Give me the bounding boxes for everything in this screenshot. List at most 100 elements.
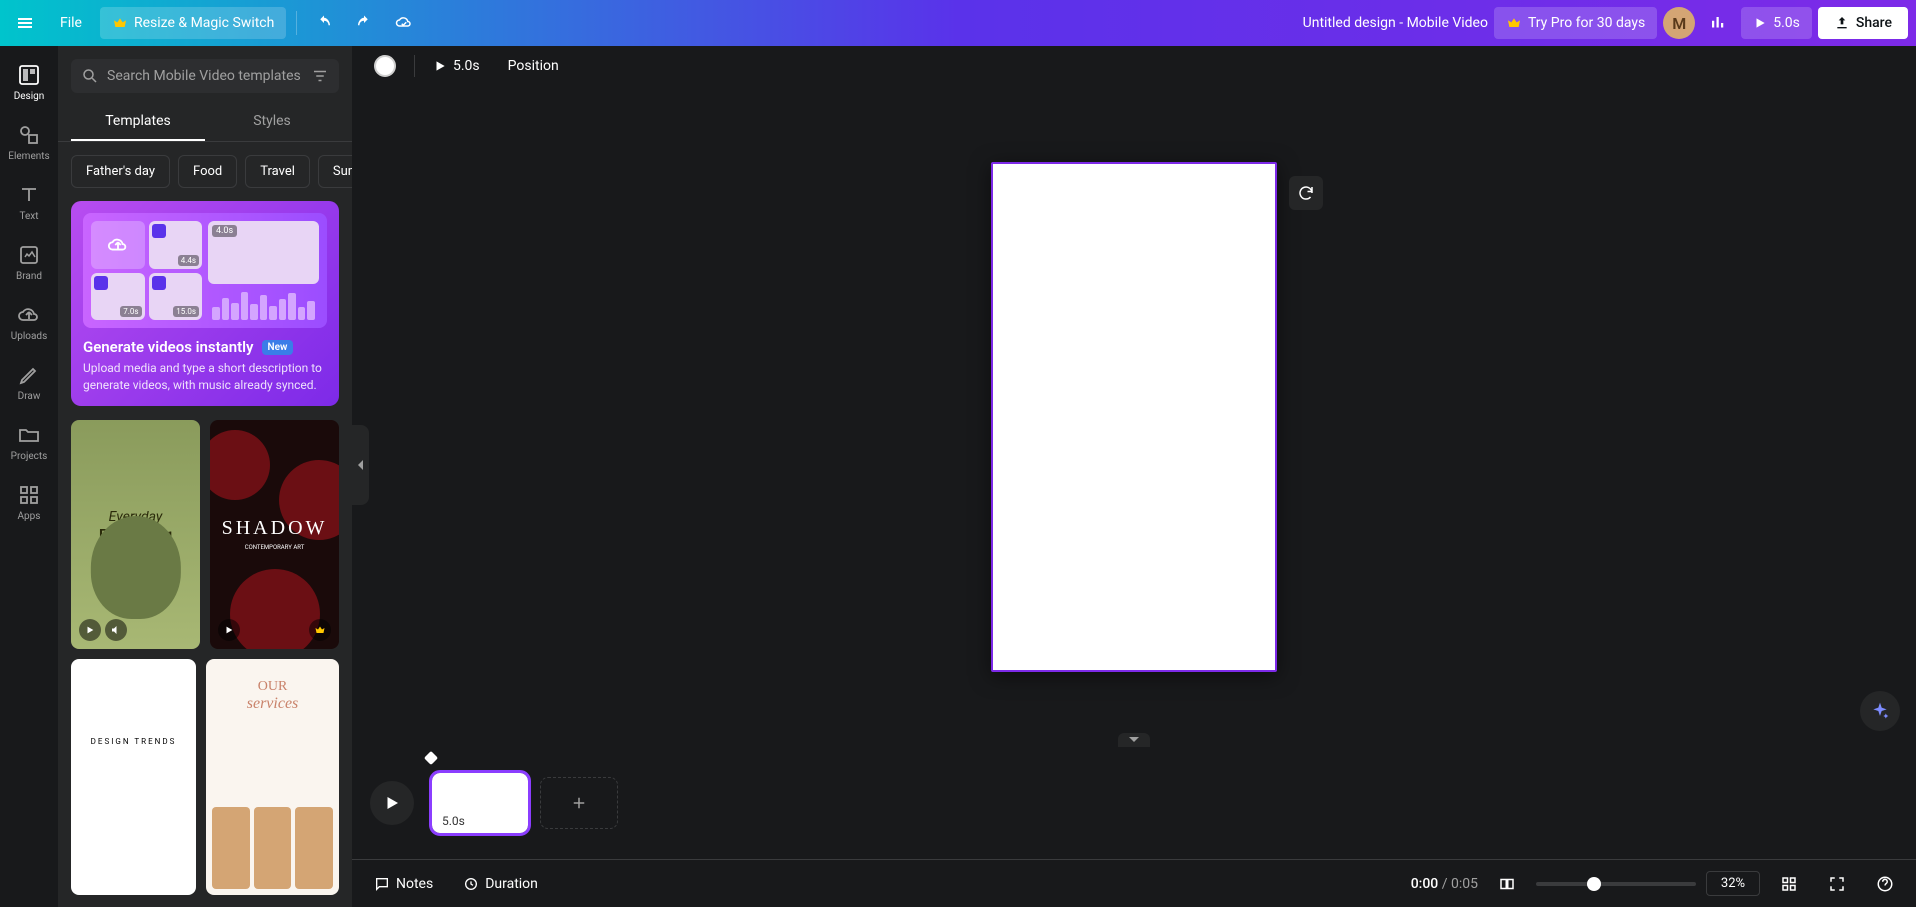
template-card-shadow[interactable]: SHADOW CONTEMPORARY ART xyxy=(210,420,339,649)
preview-play-button[interactable]: 5.0s xyxy=(1741,7,1812,39)
plus-icon xyxy=(570,794,588,812)
template-card-design-trends[interactable]: DESIGN TRENDS xyxy=(71,659,196,895)
zoom-percent-display[interactable]: 32% xyxy=(1706,871,1760,896)
chip-fathers-day[interactable]: Father's day xyxy=(71,155,170,188)
page-color-button[interactable] xyxy=(364,49,406,83)
resize-label: Resize & Magic Switch xyxy=(134,15,274,31)
magic-preview: 4.4s 7.0s 15.0s 4.0s xyxy=(83,213,327,328)
timeline: 5.0s xyxy=(352,747,1916,859)
rail-projects[interactable]: Projects xyxy=(2,414,56,470)
search-box xyxy=(71,59,339,93)
premium-badge xyxy=(309,619,331,641)
divider xyxy=(296,11,297,35)
rail-label: Projects xyxy=(11,451,48,462)
resize-magic-switch-button[interactable]: Resize & Magic Switch xyxy=(100,7,286,39)
magic-thumb: 15.0s xyxy=(149,273,203,321)
tab-styles[interactable]: Styles xyxy=(205,103,339,141)
timeline-play-button[interactable] xyxy=(370,781,414,825)
rail-text[interactable]: Text xyxy=(2,174,56,230)
canvas-preview-play[interactable]: 5.0s xyxy=(423,52,490,80)
chevron-down-icon xyxy=(1128,736,1140,744)
chip-travel[interactable]: Travel xyxy=(245,155,310,188)
filter-icon[interactable] xyxy=(311,67,329,85)
magic-video-card[interactable]: 4.4s 7.0s 15.0s 4.0s Generate videos ins… xyxy=(71,201,339,406)
insights-button[interactable] xyxy=(1701,6,1735,40)
timeline-page-1[interactable]: 5.0s xyxy=(432,773,528,833)
notes-label: Notes xyxy=(396,876,433,892)
canvas-area[interactable] xyxy=(352,86,1916,747)
rail-draw[interactable]: Draw xyxy=(2,354,56,410)
play-icon xyxy=(383,794,401,812)
rail-label: Draw xyxy=(18,391,41,402)
playback-time: 0:00 / 0:05 xyxy=(1411,876,1478,892)
rail-apps[interactable]: Apps xyxy=(2,474,56,530)
pencil-icon xyxy=(17,363,41,387)
template-card-our-services[interactable]: OUR services xyxy=(206,659,339,895)
share-button[interactable]: Share xyxy=(1818,7,1908,39)
collapse-panel-handle[interactable] xyxy=(352,425,369,505)
rail-label: Apps xyxy=(18,511,41,522)
design-title-input[interactable] xyxy=(1248,15,1488,31)
design-canvas[interactable] xyxy=(991,162,1277,672)
magic-thumb: 7.0s xyxy=(91,273,145,321)
home-menu-button[interactable] xyxy=(8,6,42,40)
template-search-input[interactable] xyxy=(107,68,303,84)
templates-icon xyxy=(17,63,41,87)
tab-templates[interactable]: Templates xyxy=(71,103,205,141)
playhead[interactable] xyxy=(424,751,438,765)
help-button[interactable] xyxy=(1866,869,1904,899)
zoom-slider[interactable] xyxy=(1536,882,1696,886)
frame-duration-label: 5.0s xyxy=(438,813,469,829)
zoom-slider-thumb[interactable] xyxy=(1587,877,1601,891)
topbar-right: Try Pro for 30 days M 5.0s Share xyxy=(1248,6,1908,40)
file-menu-button[interactable]: File xyxy=(48,7,94,39)
template-row: DESIGN TRENDS OUR services xyxy=(71,659,339,895)
upload-slot xyxy=(91,221,145,269)
mute-icon xyxy=(105,619,127,641)
suggestion-chips: Father's day Food Travel Summ xyxy=(58,142,352,201)
chip-summer[interactable]: Summ xyxy=(318,155,352,188)
cloud-upload-icon xyxy=(17,303,41,327)
chip-food[interactable]: Food xyxy=(178,155,237,188)
try-pro-button[interactable]: Try Pro for 30 days xyxy=(1494,7,1657,39)
position-button[interactable]: Position xyxy=(498,52,569,80)
magic-thumb: 4.4s xyxy=(149,221,203,269)
duration-label: Duration xyxy=(485,876,538,892)
grid-view-button[interactable] xyxy=(1770,869,1808,899)
notes-icon xyxy=(374,876,390,892)
notes-button[interactable]: Notes xyxy=(364,870,443,898)
bar-chart-icon xyxy=(1709,14,1727,32)
cloud-sync-button[interactable] xyxy=(387,6,421,40)
rail-elements[interactable]: Elements xyxy=(2,114,56,170)
play-icon xyxy=(79,619,101,641)
collapse-timeline-handle[interactable] xyxy=(1118,733,1150,747)
rail-label: Design xyxy=(14,91,45,102)
undo-button[interactable] xyxy=(307,6,341,40)
magic-card-desc: Upload media and type a short descriptio… xyxy=(83,360,327,394)
play-icon xyxy=(218,619,240,641)
user-avatar[interactable]: M xyxy=(1663,7,1695,39)
undo-icon xyxy=(315,14,333,32)
chevron-left-icon xyxy=(356,458,366,472)
rail-brand[interactable]: Brand xyxy=(2,234,56,290)
templates-scroll[interactable]: 4.4s 7.0s 15.0s 4.0s Generate videos ins… xyxy=(58,201,352,907)
crown-icon xyxy=(314,624,326,636)
crown-icon xyxy=(1506,15,1522,31)
add-page-button[interactable] xyxy=(540,777,618,829)
rail-uploads[interactable]: Uploads xyxy=(2,294,56,350)
rail-design[interactable]: Design xyxy=(2,54,56,110)
duration-button[interactable]: Duration xyxy=(453,870,548,898)
template-card-budgeting[interactable]: Everyday Budgeting Ideas xyxy=(71,420,200,649)
redo-button[interactable] xyxy=(347,6,381,40)
rail-label: Brand xyxy=(16,271,42,282)
avatar-initial: M xyxy=(1672,14,1686,33)
redo-icon xyxy=(355,14,373,32)
regenerate-button[interactable] xyxy=(1289,176,1323,210)
cloud-check-icon xyxy=(395,13,413,33)
fullscreen-button[interactable] xyxy=(1818,869,1856,899)
grid-icon xyxy=(17,483,41,507)
canva-assistant-button[interactable] xyxy=(1860,691,1900,731)
rail-label: Text xyxy=(19,211,38,222)
expand-icon xyxy=(1828,875,1846,893)
pages-view-button[interactable] xyxy=(1488,869,1526,899)
